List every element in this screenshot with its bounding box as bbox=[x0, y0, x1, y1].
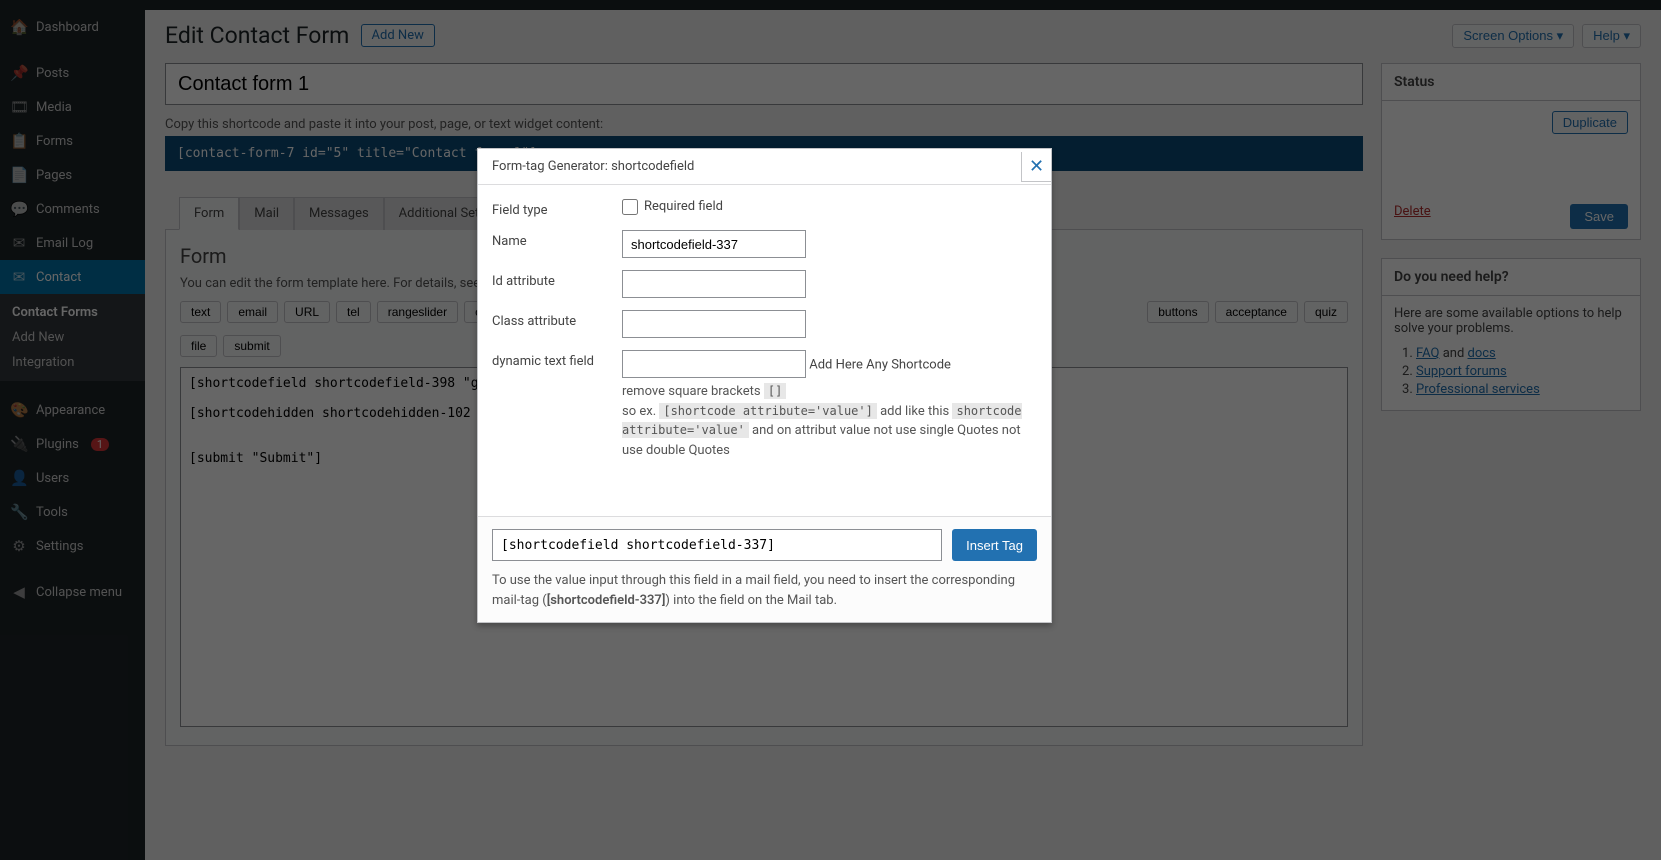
class-attr-input[interactable] bbox=[622, 310, 806, 338]
dialog-close-button[interactable]: ✕ bbox=[1021, 152, 1051, 182]
id-attr-input[interactable] bbox=[622, 270, 806, 298]
field-type-label: Field type bbox=[492, 199, 622, 218]
dialog-footer-text: To use the value input through this fiel… bbox=[492, 571, 1037, 610]
dynamic-hint-add: Add Here Any Shortcode bbox=[809, 358, 951, 373]
insert-tag-button[interactable]: Insert Tag bbox=[952, 529, 1037, 561]
required-checkbox[interactable] bbox=[622, 199, 638, 215]
class-attr-label: Class attribute bbox=[492, 310, 622, 329]
name-label: Name bbox=[492, 230, 622, 249]
formtag-dialog: Form-tag Generator: shortcodefield ✕ Fie… bbox=[477, 148, 1052, 623]
dynamic-hint: remove square brackets [] so ex. [shortc… bbox=[622, 382, 1037, 460]
id-attr-label: Id attribute bbox=[492, 270, 622, 289]
output-shortcode-input[interactable] bbox=[492, 529, 942, 561]
dynamic-text-input[interactable] bbox=[622, 350, 806, 378]
name-input[interactable] bbox=[622, 230, 806, 258]
dialog-title: Form-tag Generator: shortcodefield bbox=[492, 159, 694, 174]
dynamic-text-label: dynamic text field bbox=[492, 350, 622, 369]
required-checkbox-label[interactable]: Required field bbox=[622, 199, 723, 214]
close-icon: ✕ bbox=[1029, 156, 1044, 177]
